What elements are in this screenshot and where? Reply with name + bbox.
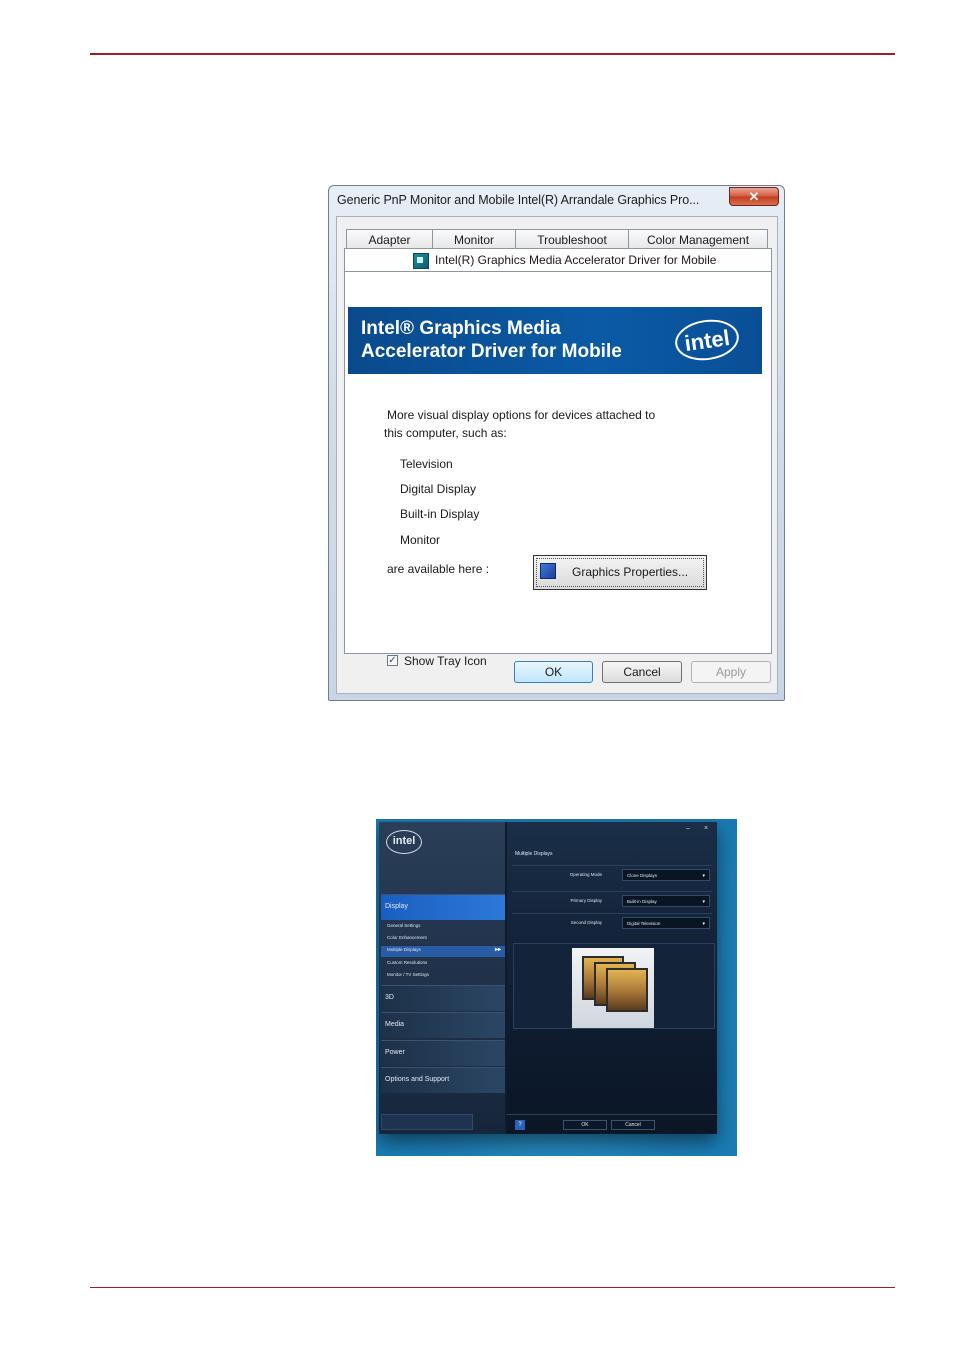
subitem-custom-resolutions[interactable]: Custom Resolutions — [381, 959, 505, 970]
chevron-down-icon: ▾ — [702, 873, 705, 879]
operating-mode-select[interactable]: Clone Displays ▾ — [622, 869, 710, 881]
subitem-color-enhancement-label: Color Enhancement — [387, 935, 427, 940]
close-button[interactable]: ✕ — [729, 187, 779, 206]
operating-mode-value: Clone Displays — [627, 873, 658, 878]
monitor-icon — [606, 968, 648, 1012]
sidebar-item-display-label: Display — [385, 903, 408, 910]
sidebar-item-options-support[interactable]: Options and Support — [381, 1067, 505, 1093]
intel-logo-icon: intel — [672, 315, 742, 365]
tab-intel-gma-label: Intel(R) Graphics Media Accelerator Driv… — [435, 253, 717, 267]
intel-footer-bar: ? OK Cancel — [507, 1114, 717, 1135]
show-tray-icon-checkbox[interactable]: ✓ — [387, 655, 398, 666]
intel-ok-button[interactable]: OK — [563, 1120, 607, 1130]
sidebar-item-power[interactable]: Power — [381, 1040, 505, 1066]
intro-text-line2: this computer, such as: — [384, 426, 507, 440]
second-display-value: Digital Television — [627, 921, 661, 926]
graphics-properties-button[interactable]: Graphics Properties... — [533, 555, 707, 590]
banner-title-line2: Accelerator Driver for Mobile — [361, 341, 622, 362]
footer-rule — [90, 1287, 895, 1288]
graphics-properties-label: Graphics Properties... — [572, 565, 689, 579]
close-button[interactable]: × — [704, 825, 708, 832]
subitem-general-settings-label: General Settings — [387, 923, 421, 928]
minimize-button[interactable]: – — [686, 825, 690, 832]
intel-cancel-button[interactable]: Cancel — [611, 1120, 655, 1130]
intro-text-line1: More visual display options for devices … — [387, 408, 656, 422]
available-here-label: are available here : — [387, 562, 490, 576]
selected-arrow-icon: ▸▸ — [494, 947, 501, 953]
tab-adapter[interactable]: Adapter — [346, 229, 433, 249]
display-preview — [513, 943, 715, 1029]
second-display-label: Second Display — [570, 920, 602, 925]
header-rule — [90, 53, 895, 55]
tab-troubleshoot[interactable]: Troubleshoot — [515, 229, 629, 249]
banner-title-line1: Intel® Graphics Media — [361, 318, 561, 339]
dialog-title: Generic PnP Monitor and Mobile Intel(R) … — [337, 193, 700, 207]
sidebar-item-media[interactable]: Media — [381, 1012, 505, 1038]
sidebar-item-media-label: Media — [385, 1021, 405, 1028]
device-builtin-display: Built-in Display — [400, 507, 480, 521]
subitem-monitor-tv-settings[interactable]: Monitor / TV Settings — [381, 971, 505, 982]
sidebar-footer — [381, 1114, 473, 1130]
primary-display-value: Built-in Display — [627, 899, 657, 904]
chevron-down-icon: ▾ — [702, 899, 705, 905]
intel-banner: Intel® Graphics Media Accelerator Driver… — [348, 307, 762, 374]
subitem-multiple-displays[interactable]: Multiple Displays ▸▸ — [381, 946, 505, 957]
sidebar-item-display[interactable]: Display — [381, 894, 505, 920]
primary-display-row: Primary Display Built-in Display ▾ — [512, 891, 712, 910]
help-icon[interactable]: ? — [515, 1120, 525, 1130]
show-tray-icon-label: Show Tray Icon — [404, 654, 487, 668]
intel-driver-icon — [413, 253, 429, 269]
chevron-down-icon: ▾ — [702, 921, 705, 927]
graphics-properties-icon — [540, 563, 556, 579]
page-title: Multiple Displays — [515, 851, 553, 857]
subitem-custom-resolutions-label: Custom Resolutions — [387, 960, 428, 965]
display-properties-dialog: Generic PnP Monitor and Mobile Intel(R) … — [328, 185, 785, 701]
intel-main-area: – × Multiple Displays Operating Mode Clo… — [507, 822, 717, 1134]
tab-monitor[interactable]: Monitor — [432, 229, 516, 249]
tab-pane: Intel® Graphics Media Accelerator Driver… — [344, 271, 772, 668]
operating-mode-row: Operating Mode Clone Displays ▾ — [512, 865, 712, 884]
dialog-body: Adapter Monitor Troubleshoot Color Manag… — [336, 216, 778, 694]
apply-button[interactable]: Apply — [691, 661, 771, 683]
primary-display-label: Primary Display — [570, 898, 602, 903]
primary-display-select[interactable]: Built-in Display ▾ — [622, 895, 710, 907]
tab-intel-gma[interactable]: Intel(R) Graphics Media Accelerator Driv… — [344, 248, 772, 272]
ok-button[interactable]: OK — [514, 661, 593, 683]
second-display-select[interactable]: Digital Television ▾ — [622, 917, 710, 929]
subitem-monitor-tv-settings-label: Monitor / TV Settings — [387, 972, 429, 977]
second-display-row: Second Display Digital Television ▾ — [512, 913, 712, 932]
device-digital-display: Digital Display — [400, 482, 477, 496]
cancel-button[interactable]: Cancel — [602, 661, 682, 683]
device-monitor: Monitor — [400, 533, 441, 547]
sidebar-item-3d-label: 3D — [385, 994, 394, 1001]
sidebar-item-power-label: Power — [385, 1049, 405, 1056]
operating-mode-label: Operating Mode — [569, 872, 602, 877]
subitem-general-settings[interactable]: General Settings — [381, 922, 505, 933]
intel-sidebar: intel Display General Settings Color Enh… — [379, 822, 505, 1134]
tab-color-management[interactable]: Color Management — [628, 229, 768, 249]
clone-displays-illustration — [572, 948, 654, 1028]
subitem-multiple-displays-label: Multiple Displays — [387, 947, 421, 952]
subitem-color-enhancement[interactable]: Color Enhancement — [381, 934, 505, 945]
intel-control-panel-screenshot: intel Display General Settings Color Enh… — [376, 819, 737, 1156]
intel-control-panel-window: intel Display General Settings Color Enh… — [379, 822, 717, 1134]
sidebar-item-3d[interactable]: 3D — [381, 985, 505, 1011]
intel-logo-icon: intel — [386, 830, 422, 854]
sidebar-item-options-support-label: Options and Support — [385, 1076, 450, 1083]
device-television: Television — [400, 457, 453, 471]
